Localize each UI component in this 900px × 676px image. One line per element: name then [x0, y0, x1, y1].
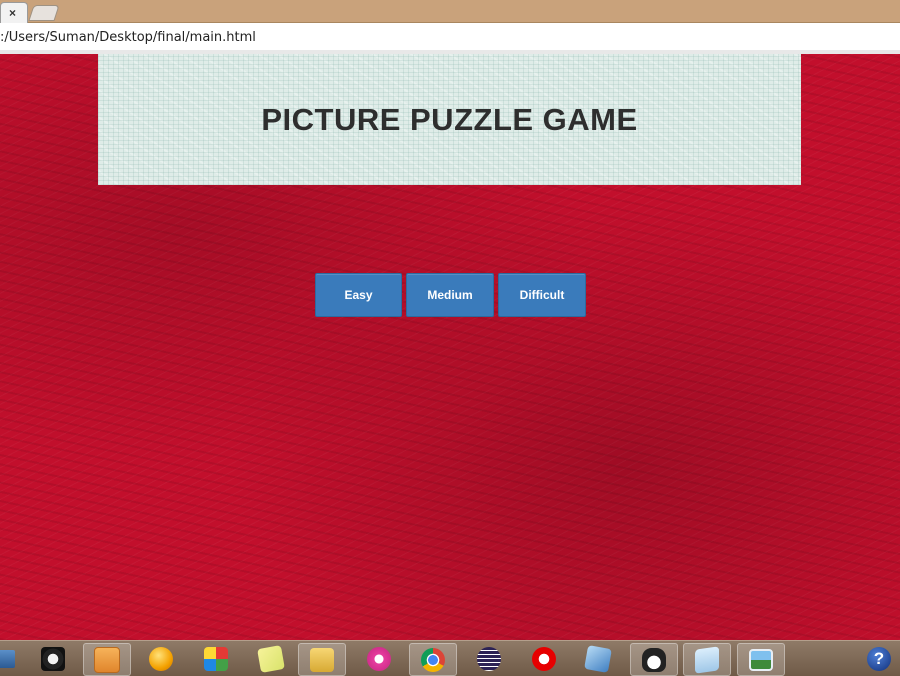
taskbar-item-media-player[interactable] — [83, 643, 131, 676]
help-icon: ? — [867, 646, 891, 671]
taskbar-item-monitor[interactable] — [0, 643, 28, 674]
page-content: PICTURE PUZZLE GAME Easy Medium Difficul… — [0, 54, 900, 640]
close-tab-icon[interactable]: × — [9, 4, 16, 22]
virtualbox-icon — [584, 644, 612, 673]
taskbar: ? — [0, 640, 900, 676]
taskbar-item-eclipse[interactable] — [466, 643, 512, 674]
pink-app-icon — [367, 646, 391, 671]
taskbar-item-sticky-notes[interactable] — [248, 643, 294, 674]
header-banner: PICTURE PUZZLE GAME — [98, 54, 801, 185]
taskbar-item-vodafone[interactable] — [521, 643, 567, 674]
taskbar-item-webcam[interactable] — [30, 643, 76, 674]
browser-tab[interactable]: × — [0, 2, 28, 23]
page-title: PICTURE PUZZLE GAME — [261, 101, 638, 137]
vodafone-icon — [532, 646, 556, 671]
sticky-notes-icon — [257, 644, 285, 673]
taskbar-item-file-explorer[interactable] — [298, 643, 346, 676]
taskbar-item-penguin-app[interactable] — [630, 643, 678, 676]
webcam-icon — [41, 646, 65, 671]
url-input[interactable] — [0, 27, 880, 47]
taskbar-item-virtualbox[interactable] — [575, 643, 621, 674]
taskbar-item-pink-app[interactable] — [356, 643, 402, 674]
taskbar-item-chrome[interactable] — [409, 643, 457, 676]
taskbar-item-picture-viewer[interactable] — [737, 643, 785, 676]
eclipse-icon — [477, 646, 501, 671]
chrome-icon — [421, 647, 445, 672]
file-explorer-icon — [310, 647, 334, 672]
taskbar-item-notepad[interactable] — [683, 643, 731, 676]
taskbar-item-orange-globe[interactable] — [138, 643, 184, 674]
difficult-button[interactable]: Difficult — [498, 273, 586, 317]
orange-globe-icon — [149, 646, 173, 671]
monitor-icon — [0, 649, 15, 668]
media-player-icon — [94, 646, 120, 673]
taskbar-item-puzzle[interactable] — [193, 643, 239, 674]
new-tab-button[interactable] — [28, 5, 60, 21]
picture-viewer-icon — [749, 648, 773, 671]
puzzle-app-icon — [204, 646, 228, 671]
help-label: ? — [873, 648, 885, 668]
easy-button[interactable]: Easy — [315, 273, 402, 317]
taskbar-item-help[interactable]: ? — [856, 643, 900, 674]
notepad-icon — [695, 645, 719, 674]
tab-strip: × — [0, 0, 900, 23]
difficulty-buttons: Easy Medium Difficult — [315, 273, 586, 317]
medium-button[interactable]: Medium — [406, 273, 494, 317]
penguin-app-icon — [642, 647, 666, 672]
address-bar — [0, 23, 900, 51]
